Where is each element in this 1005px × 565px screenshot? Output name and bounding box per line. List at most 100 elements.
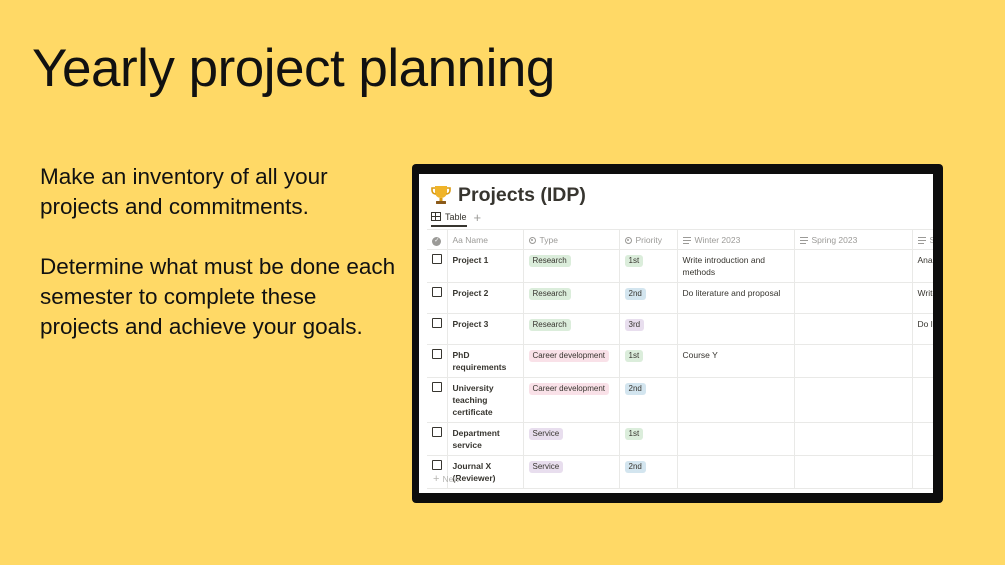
row-checkbox[interactable]: [431, 254, 442, 264]
cell-spring-2023[interactable]: [793, 422, 913, 456]
column-header-spring-2023[interactable]: Spring 2023: [793, 229, 913, 250]
cell-summer[interactable]: Do lite propo: [911, 313, 934, 345]
cell-winter-2023[interactable]: [676, 455, 795, 489]
cell-priority[interactable]: 2nd: [618, 282, 678, 314]
row-checkbox-cell: [427, 313, 448, 345]
cell-type[interactable]: Research: [522, 313, 620, 345]
cell-winter-2023[interactable]: [676, 422, 795, 456]
table-view-icon: [431, 212, 441, 221]
cell-priority[interactable]: 1st: [618, 249, 678, 283]
cell-winter-2023[interactable]: Write introduction and methods: [676, 249, 795, 283]
column-header-summer[interactable]: Su: [911, 229, 933, 250]
cell-winter-2023[interactable]: [676, 377, 795, 423]
cell-spring-2023[interactable]: [793, 455, 913, 489]
cell-winter-2023[interactable]: [676, 313, 795, 345]
cell-name[interactable]: Project 3: [446, 313, 524, 345]
slide-body: Make an inventory of all your projects a…: [40, 162, 400, 372]
add-view-button[interactable]: +: [474, 211, 482, 226]
type-tag: Research: [528, 288, 571, 300]
project-name: PhD requirements: [452, 350, 507, 372]
cell-name[interactable]: Department service: [446, 422, 524, 456]
type-tag: Career development: [528, 350, 609, 362]
cell-spring-2023[interactable]: [793, 377, 913, 423]
cell-name[interactable]: University teaching certificate: [446, 377, 524, 423]
row-checkbox[interactable]: [431, 318, 442, 328]
cell-type[interactable]: Career development: [522, 344, 620, 378]
summer-text: Analyz results: [917, 255, 934, 265]
cell-summer[interactable]: [911, 377, 933, 423]
new-row-button[interactable]: + New: [433, 473, 459, 485]
row-checkbox[interactable]: [431, 427, 442, 437]
table-row[interactable]: Department service Service 1st: [427, 422, 933, 456]
text-property-icon: [682, 236, 691, 244]
row-checkbox-cell: [427, 377, 448, 423]
table-row[interactable]: Project 3 Research 3rd Do lite propo: [427, 313, 934, 345]
cell-priority[interactable]: 1st: [618, 422, 678, 456]
summer-text: Write metho: [917, 288, 934, 298]
cell-summer[interactable]: Analyz results: [911, 249, 934, 283]
cell-summer[interactable]: [911, 422, 933, 456]
notion-database-screenshot: Projects (IDP) Table + ✓ Aa Name Type Pr…: [419, 174, 933, 493]
table-row[interactable]: Project 1 Research 1st Write introduction a…: [427, 249, 934, 283]
table-row[interactable]: Project 2 Research 2nd Do literature and pr…: [427, 282, 934, 314]
select-property-icon: [528, 236, 536, 244]
cell-type[interactable]: Service: [522, 455, 620, 489]
cell-type[interactable]: Career development: [522, 377, 620, 423]
cell-summer[interactable]: Write metho: [911, 282, 934, 314]
cell-spring-2023[interactable]: [793, 313, 913, 345]
type-tag: Service: [528, 428, 564, 440]
type-tag: Research: [528, 255, 571, 267]
project-name: Department service: [452, 428, 500, 450]
cell-spring-2023[interactable]: [793, 249, 913, 283]
text-property-icon: [917, 236, 926, 244]
cell-name[interactable]: PhD requirements: [446, 344, 524, 378]
cell-priority[interactable]: 2nd: [618, 455, 678, 489]
priority-tag: 2nd: [624, 461, 646, 473]
cell-spring-2023[interactable]: [793, 344, 913, 378]
winter-text: Do literature and proposal: [682, 288, 781, 298]
cell-spring-2023[interactable]: [793, 282, 913, 314]
column-header-type[interactable]: Type: [522, 229, 620, 250]
cell-name[interactable]: Project 2: [446, 282, 524, 314]
priority-tag: 3rd: [624, 319, 645, 331]
cell-type[interactable]: Research: [522, 249, 620, 283]
type-tag: Career development: [528, 383, 609, 395]
type-tag: Service: [528, 461, 564, 473]
projects-table: ✓ Aa Name Type Priority Winter 2023 Spri…: [427, 229, 933, 489]
cell-winter-2023[interactable]: Course Y: [676, 344, 795, 378]
row-checkbox-cell: [427, 422, 448, 456]
row-checkbox[interactable]: [431, 287, 442, 297]
row-checkbox[interactable]: [431, 349, 442, 359]
table-row[interactable]: PhD requirements Career development 1st Cou…: [427, 344, 933, 378]
priority-tag: 1st: [624, 428, 644, 440]
cell-name[interactable]: Project 1: [446, 249, 524, 283]
cell-priority[interactable]: 1st: [618, 344, 678, 378]
table-header-row: ✓ Aa Name Type Priority Winter 2023 Spri…: [427, 229, 933, 250]
header-select-all[interactable]: ✓: [427, 229, 448, 250]
table-row[interactable]: Journal X (Reviewer) Service 2nd: [427, 455, 933, 489]
summer-text: Do lite propo: [917, 319, 934, 329]
project-name: University teaching certificate: [452, 383, 494, 417]
cell-summer[interactable]: [911, 455, 933, 489]
text-property-icon: [799, 236, 808, 244]
database-header: Projects (IDP): [431, 179, 586, 211]
column-header-priority[interactable]: Priority: [618, 229, 678, 250]
cell-winter-2023[interactable]: Do literature and proposal: [676, 282, 795, 314]
row-checkbox[interactable]: [431, 460, 442, 470]
column-header-winter-2023[interactable]: Winter 2023: [676, 229, 795, 250]
tab-table-label: Table: [445, 211, 467, 222]
table-row[interactable]: University teaching certificate Career de…: [427, 377, 933, 423]
column-header-name[interactable]: Aa Name: [446, 229, 524, 250]
priority-tag: 2nd: [624, 288, 646, 300]
select-property-icon: [624, 236, 632, 244]
type-tag: Research: [528, 319, 571, 331]
database-title: Projects (IDP): [458, 183, 586, 206]
cell-type[interactable]: Service: [522, 422, 620, 456]
cell-type[interactable]: Research: [522, 282, 620, 314]
project-name: Journal X (Reviewer): [452, 461, 496, 483]
cell-priority[interactable]: 3rd: [618, 313, 678, 345]
row-checkbox[interactable]: [431, 382, 442, 392]
cell-summer[interactable]: [911, 344, 933, 378]
tab-table[interactable]: Table: [431, 212, 467, 227]
cell-priority[interactable]: 2nd: [618, 377, 678, 423]
